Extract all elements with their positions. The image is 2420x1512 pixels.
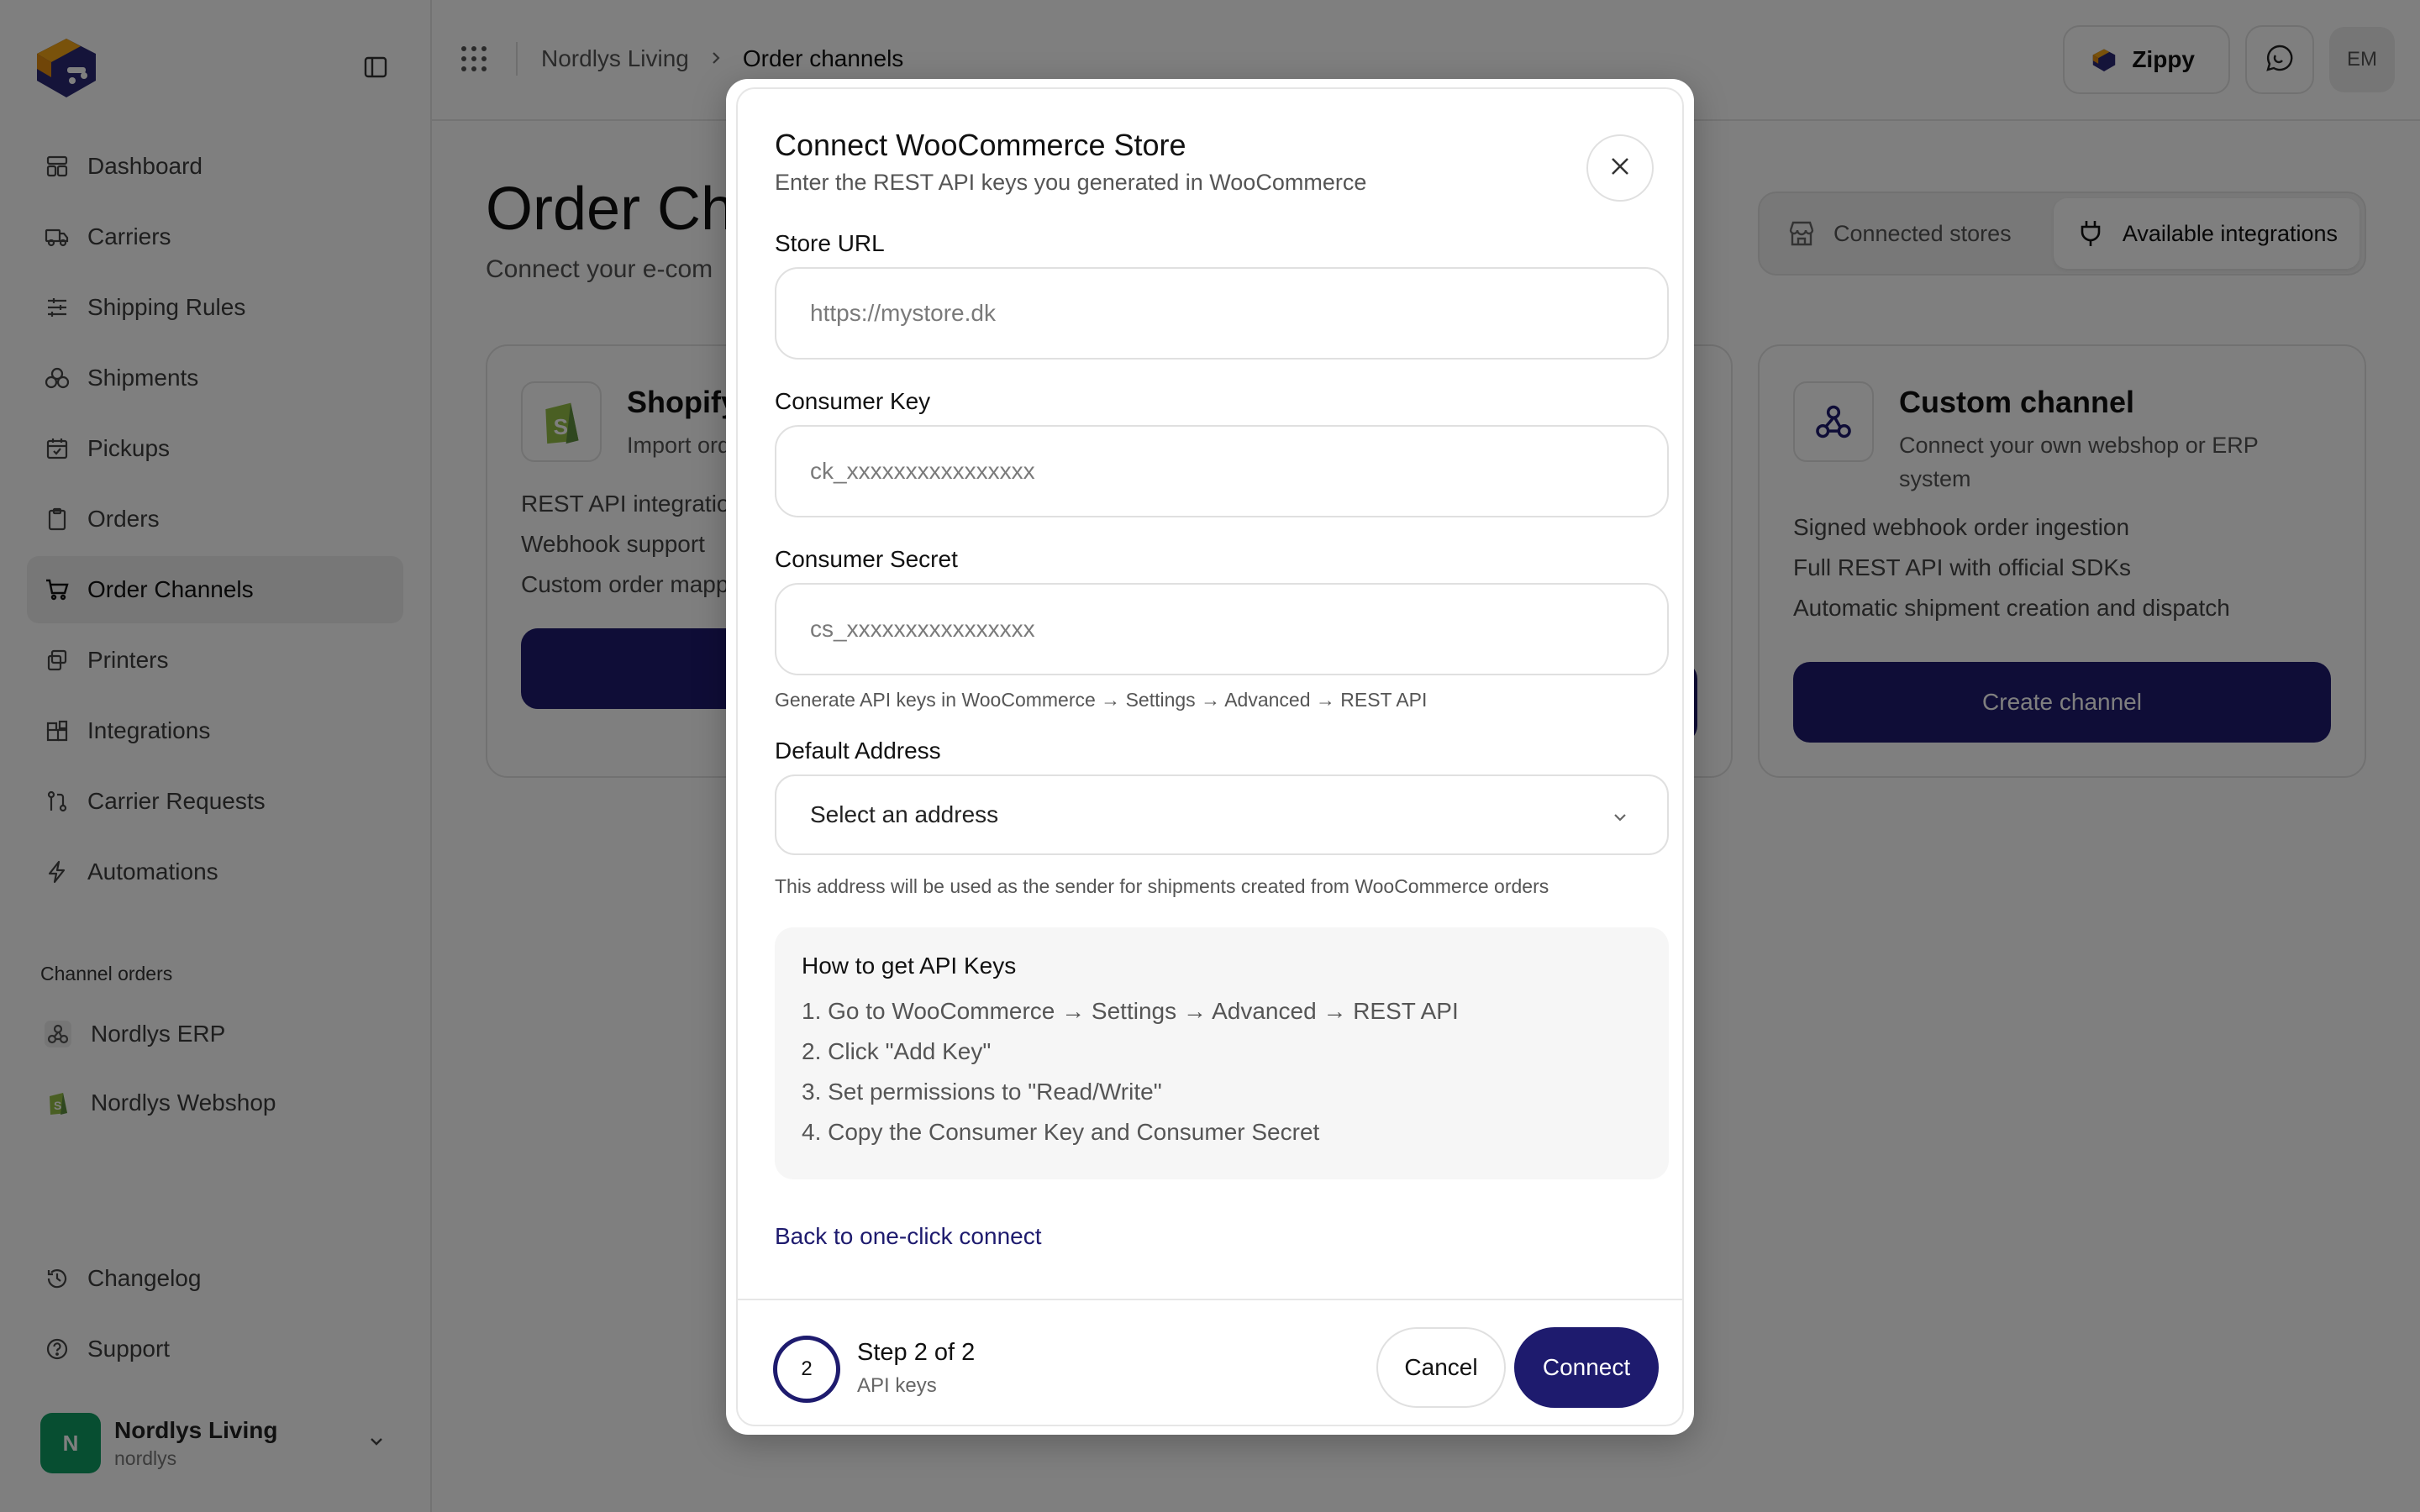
consumer-key-input[interactable]: [775, 425, 1669, 517]
store-url-input[interactable]: [775, 267, 1669, 360]
cancel-button[interactable]: Cancel: [1376, 1327, 1506, 1408]
connect-button[interactable]: Connect: [1514, 1327, 1659, 1408]
default-address-label: Default Address: [775, 738, 941, 764]
instruction-step: 3. Set permissions to "Read/Write": [802, 1079, 1162, 1105]
chevron-down-icon: [1610, 806, 1630, 833]
instruction-step: 2. Click "Add Key": [802, 1038, 992, 1064]
instructions-title: How to get API Keys: [802, 953, 1017, 979]
consumer-key-label: Consumer Key: [775, 388, 931, 414]
connect-woocommerce-modal: Connect WooCommerce Store Enter the REST…: [726, 79, 1694, 1435]
step-indicator: 2: [773, 1336, 840, 1403]
close-icon: [1608, 155, 1632, 182]
default-address-select[interactable]: Select an address: [775, 774, 1669, 855]
consumer-secret-input[interactable]: [775, 583, 1669, 675]
api-keys-instructions: How to get API Keys 1. Go to WooCommerce…: [775, 927, 1669, 1179]
api-keys-hint: Generate API keys in WooCommerce → Setti…: [775, 689, 1428, 711]
consumer-secret-label: Consumer Secret: [775, 546, 958, 572]
instruction-step: 4. Copy the Consumer Key and Consumer Se…: [802, 1119, 1320, 1145]
back-to-one-click-link[interactable]: Back to one-click connect: [775, 1223, 1042, 1250]
modal-footer: 2 Step 2 of 2 API keys Cancel Connect: [738, 1299, 1682, 1425]
step-subtitle: API keys: [857, 1374, 937, 1397]
store-url-label: Store URL: [775, 230, 885, 256]
modal-subtitle: Enter the REST API keys you generated in…: [775, 170, 1367, 195]
address-hint: This address will be used as the sender …: [775, 875, 1549, 897]
select-value: Select an address: [810, 801, 999, 827]
step-title: Step 2 of 2: [857, 1339, 976, 1366]
instruction-step: 1. Go to WooCommerce → Settings → Advanc…: [802, 998, 1459, 1024]
close-button[interactable]: [1586, 134, 1654, 202]
modal-title: Connect WooCommerce Store: [775, 128, 1186, 162]
